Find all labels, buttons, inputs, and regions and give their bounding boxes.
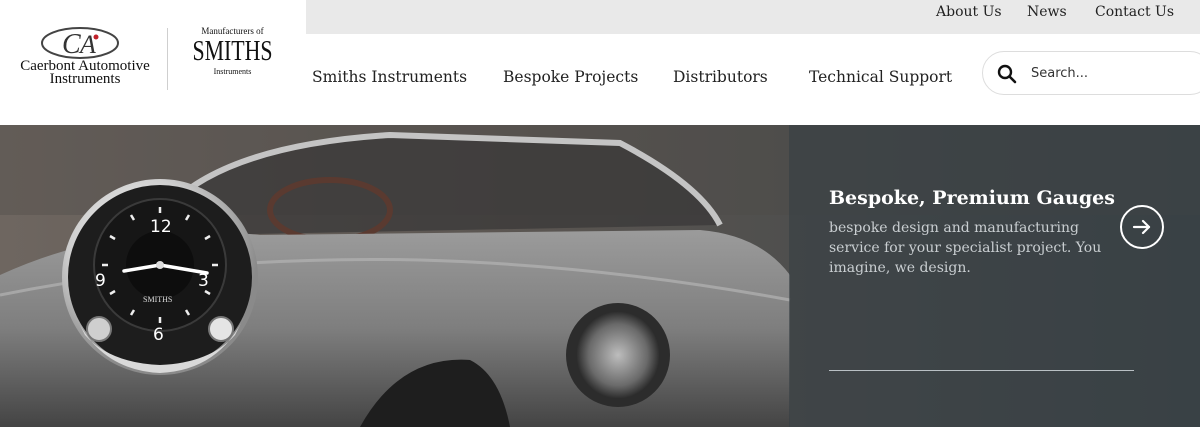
smiths-wordmark: SMITHS xyxy=(192,36,273,67)
caerbont-logo[interactable]: C A Caerbont Automotive Instruments xyxy=(10,22,160,94)
gauge-number-6: 6 xyxy=(153,325,164,345)
smiths-subline: Instruments xyxy=(213,67,252,76)
logo-line-2: Instruments xyxy=(49,71,121,87)
svg-text:A: A xyxy=(78,30,96,59)
logo-wordmark: Caerbont Automotive Instruments xyxy=(10,59,160,87)
hero-subtitle: bespoke design and manufacturing service… xyxy=(829,220,1102,276)
about-us-link[interactable]: About Us xyxy=(936,4,1002,20)
hero-banner: 12 3 6 9 SMITHS Bespoke, Premium Gauges … xyxy=(0,125,1200,427)
gauge-brand-label: SMITHS xyxy=(143,295,173,304)
search-icon[interactable] xyxy=(997,64,1017,84)
arrow-right-icon xyxy=(1132,219,1151,235)
svg-text:C: C xyxy=(62,29,81,60)
caerbont-emblem-icon: C A xyxy=(41,27,119,60)
site-header: About Us News Contact Us C A Caerbont Au… xyxy=(0,0,1200,125)
nav-bespoke-projects[interactable]: Bespoke Projects xyxy=(503,68,638,86)
gauge-number-9: 9 xyxy=(95,271,106,291)
gauge-number-3: 3 xyxy=(198,271,209,291)
hero-next-button[interactable] xyxy=(1120,205,1164,249)
nav-technical-support[interactable]: Technical Support xyxy=(809,68,952,86)
hero-title: Bespoke, Premium Gauges xyxy=(829,187,1115,209)
hero-text-panel: Bespoke, Premium Gauges bespoke design a… xyxy=(789,125,1200,427)
search-input[interactable] xyxy=(1031,62,1191,84)
search-box[interactable] xyxy=(982,51,1200,95)
news-link[interactable]: News xyxy=(1027,4,1067,20)
smiths-logo: Manufacturers of SMITHS Instruments xyxy=(180,26,285,88)
gauge-number-12: 12 xyxy=(150,217,172,237)
contact-us-link[interactable]: Contact Us xyxy=(1095,4,1174,20)
nav-smiths-instruments[interactable]: Smiths Instruments xyxy=(312,68,467,86)
logo-divider xyxy=(167,28,168,90)
hero-divider xyxy=(829,370,1134,371)
nav-distributors[interactable]: Distributors xyxy=(673,68,768,86)
